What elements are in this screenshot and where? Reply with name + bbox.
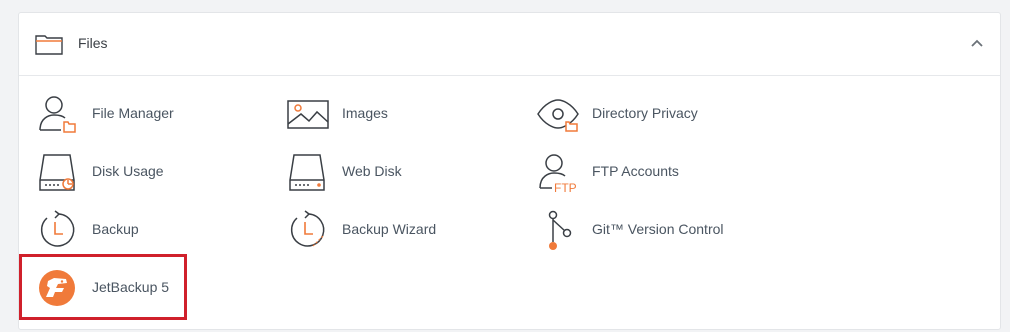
git-branch-icon xyxy=(537,210,577,250)
highlight-box xyxy=(19,254,187,320)
item-label: Web Disk xyxy=(342,163,402,179)
section-title: Files xyxy=(78,35,108,51)
ftp-user-icon: FTP xyxy=(537,152,577,195)
svg-text:FTP: FTP xyxy=(554,181,577,194)
eye-folder-icon xyxy=(537,94,579,134)
item-label: FTP Accounts xyxy=(592,163,679,179)
chevron-up-icon[interactable] xyxy=(968,35,986,53)
item-label: Git™ Version Control xyxy=(592,221,724,237)
item-label: Images xyxy=(342,105,388,121)
folder-icon xyxy=(35,33,63,55)
item-label: Backup xyxy=(92,221,139,237)
item-label: File Manager xyxy=(92,105,174,121)
backup-wizard-icon xyxy=(287,210,327,250)
disk-usage-icon xyxy=(37,152,77,192)
drive-icon xyxy=(287,152,327,192)
backup-clock-icon xyxy=(37,210,77,250)
item-label: Disk Usage xyxy=(92,163,164,179)
item-label: Backup Wizard xyxy=(342,221,437,237)
panel-header[interactable]: Files xyxy=(19,13,1000,76)
file-manager-icon xyxy=(37,94,77,134)
image-icon xyxy=(287,94,329,134)
item-label: Directory Privacy xyxy=(592,105,698,121)
